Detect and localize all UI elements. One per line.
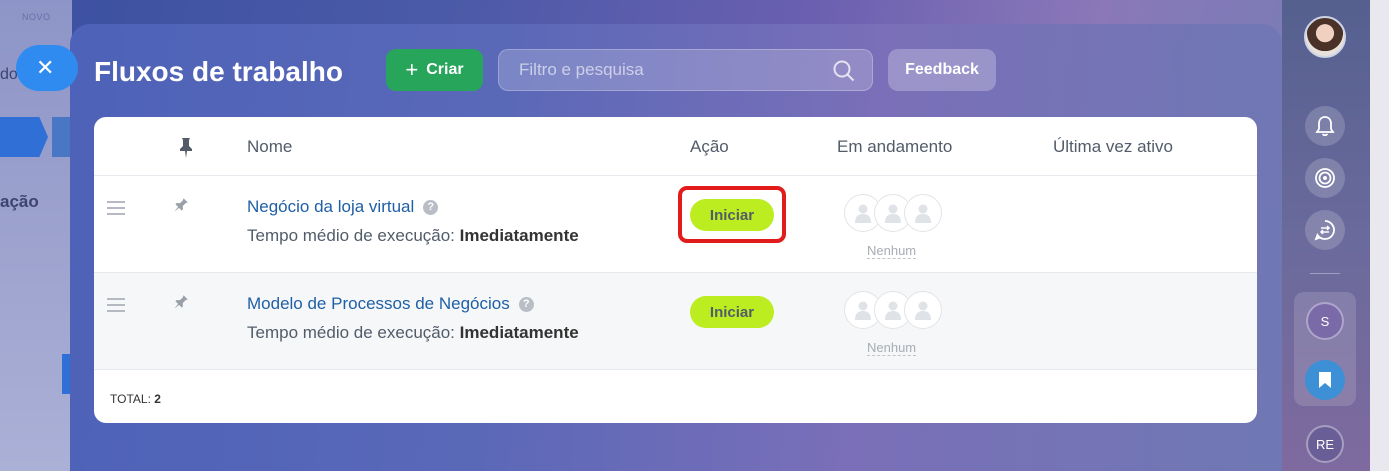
background-heading: ação [0, 192, 39, 211]
search-input[interactable] [499, 50, 819, 90]
column-header-name[interactable]: Nome [247, 137, 292, 157]
close-button[interactable]: ✕ [16, 45, 78, 91]
table-row: Modelo de Processos de Negócios? Tempo m… [94, 273, 1257, 370]
execution-time-label: Tempo médio de execução: [247, 226, 455, 245]
in-progress-none[interactable]: Nenhum [867, 341, 917, 356]
workflow-name: Modelo de Processos de Negócios [247, 294, 510, 313]
drag-handle-icon[interactable] [107, 201, 125, 215]
user-placeholder-icon [904, 194, 942, 232]
sidebar-letter-avatar[interactable]: RE [1306, 425, 1344, 463]
target-icon[interactable] [1305, 158, 1345, 198]
page-title: Fluxos de trabalho [94, 56, 343, 87]
in-progress-avatars [844, 291, 944, 331]
pin-icon[interactable] [170, 196, 190, 216]
feedback-button[interactable]: Feedback [888, 49, 996, 91]
pin-icon[interactable] [170, 293, 190, 313]
help-icon[interactable]: ? [518, 297, 534, 312]
execution-time-label: Tempo médio de execução: [247, 323, 455, 342]
execution-time: Tempo médio de execução: Imediatamente [247, 323, 579, 343]
window-edge [1370, 0, 1389, 471]
bell-icon[interactable] [1305, 106, 1345, 146]
workflow-name-link[interactable]: Negócio da loja virtual? [247, 197, 439, 217]
create-button-label: Criar [426, 61, 464, 78]
table-header: Nome Ação Em andamento Última vez ativo [94, 117, 1257, 176]
execution-time-value: Imediatamente [459, 323, 579, 342]
search-box [498, 49, 873, 91]
background-novo-label: NOVO [22, 12, 51, 22]
total-value: 2 [154, 392, 161, 406]
execution-time-value: Imediatamente [459, 226, 579, 245]
plus-icon: + [405, 57, 419, 82]
sidebar-divider [1310, 273, 1340, 274]
start-button[interactable]: Iniciar [690, 199, 774, 231]
sidebar-letter-avatar[interactable]: S [1306, 302, 1344, 340]
close-icon: ✕ [36, 55, 55, 80]
workflow-name-link[interactable]: Modelo de Processos de Negócios? [247, 294, 534, 314]
start-button[interactable]: Iniciar [690, 296, 774, 328]
create-button[interactable]: + Criar [386, 49, 483, 91]
total-label: TOTAL: [110, 392, 151, 406]
table-row: Negócio da loja virtual? Tempo médio de … [94, 176, 1257, 273]
column-header-last-active[interactable]: Última vez ativo [1053, 137, 1173, 157]
background-stage-arrow-next [52, 117, 72, 157]
user-placeholder-icon [904, 291, 942, 329]
execution-time: Tempo médio de execução: Imediatamente [247, 226, 579, 246]
background-bar [62, 354, 70, 394]
help-icon[interactable]: ? [423, 200, 439, 215]
search-icon[interactable] [832, 59, 856, 83]
drag-handle-icon[interactable] [107, 298, 125, 312]
workflows-table: Nome Ação Em andamento Última vez ativo … [94, 117, 1257, 423]
column-header-action: Ação [690, 137, 729, 156]
in-progress-none[interactable]: Nenhum [867, 244, 917, 259]
in-progress-avatars [844, 194, 944, 234]
chat-sync-icon[interactable] [1305, 210, 1345, 250]
workflow-name: Negócio da loja virtual [247, 197, 415, 216]
bookmark-icon[interactable] [1305, 360, 1345, 400]
pin-column-icon[interactable] [178, 137, 194, 159]
column-header-in-progress: Em andamento [837, 137, 953, 156]
background-stage-arrow [0, 117, 48, 157]
table-total: TOTAL: 2 [110, 392, 161, 406]
user-avatar[interactable] [1304, 16, 1346, 58]
